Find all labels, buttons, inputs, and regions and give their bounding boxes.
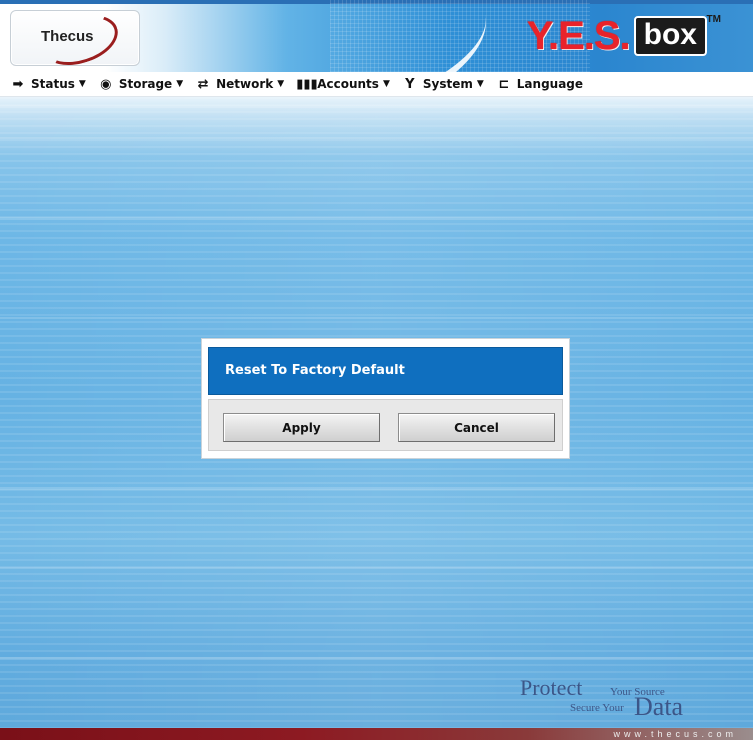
menu-status[interactable]: ➡ Status ▼ bbox=[0, 72, 92, 96]
tagline-data: Data bbox=[634, 692, 684, 721]
background-stripe bbox=[0, 487, 753, 490]
thecus-logo: Thecus bbox=[10, 6, 140, 72]
chevron-down-icon: ▼ bbox=[476, 79, 484, 89]
menu-language-label: Language bbox=[516, 77, 584, 91]
background-stripe bbox=[0, 137, 753, 139]
background-stripe bbox=[0, 105, 753, 108]
footer-bar: www.thecus.com bbox=[0, 728, 753, 740]
chevron-down-icon: ▼ bbox=[277, 79, 285, 89]
header-swoosh bbox=[136, 0, 504, 72]
menu-bar: ➡ Status ▼ ◉ Storage ▼ ⇄ Network ▼ ▮▮▮ A… bbox=[0, 72, 753, 97]
chevron-down-icon: ▼ bbox=[382, 79, 390, 89]
footer-url: www.thecus.com bbox=[613, 729, 737, 739]
accounts-icon: ▮▮▮ bbox=[296, 76, 318, 92]
dialog-title: Reset To Factory Default bbox=[208, 347, 563, 395]
reset-factory-default-dialog: Reset To Factory Default Apply Cancel bbox=[201, 338, 570, 459]
tagline-secure-your: Secure Your bbox=[570, 702, 624, 714]
menu-storage-label: Storage bbox=[118, 77, 173, 91]
protect-your-data-tagline: Protect Your Source Secure Your Data bbox=[520, 675, 720, 725]
apply-button[interactable]: Apply bbox=[223, 413, 380, 442]
menu-accounts-label: Accounts bbox=[317, 77, 379, 91]
brand-box: box bbox=[633, 16, 707, 56]
header-banner: Thecus Y.E.S. box TM bbox=[0, 0, 753, 72]
brand-yes: Y.E.S. bbox=[526, 14, 631, 58]
tagline-protect: Protect bbox=[520, 675, 583, 700]
background-stripe bbox=[0, 217, 753, 220]
menu-network-label: Network bbox=[216, 77, 274, 91]
network-icon: ⇄ bbox=[197, 76, 209, 92]
app-window: Thecus Y.E.S. box TM ➡ Status ▼ ◉ Storag… bbox=[0, 0, 753, 740]
menu-system[interactable]: Y System ▼ bbox=[396, 72, 490, 96]
logo-text: Thecus bbox=[41, 28, 94, 45]
status-icon: ➡ bbox=[12, 76, 24, 92]
background-stripe bbox=[0, 657, 753, 660]
menu-status-label: Status bbox=[31, 77, 75, 91]
background-stripe bbox=[0, 567, 753, 569]
cancel-button[interactable]: Cancel bbox=[398, 413, 555, 442]
yes-box-brand: Y.E.S. box TM bbox=[526, 14, 721, 58]
menu-storage[interactable]: ◉ Storage ▼ bbox=[92, 72, 189, 96]
language-icon: ⊏ bbox=[498, 76, 510, 92]
brand-trademark: TM bbox=[706, 14, 721, 25]
background-stripe bbox=[0, 317, 753, 319]
chevron-down-icon: ▼ bbox=[78, 79, 86, 89]
menu-accounts[interactable]: ▮▮▮ Accounts ▼ bbox=[290, 72, 396, 96]
menu-network[interactable]: ⇄ Network ▼ bbox=[189, 72, 290, 96]
menu-system-label: System bbox=[422, 77, 473, 91]
system-icon: Y bbox=[405, 76, 415, 92]
menu-language[interactable]: ⊏ Language bbox=[490, 72, 589, 96]
dialog-button-row: Apply Cancel bbox=[208, 399, 563, 451]
storage-icon: ◉ bbox=[100, 76, 112, 92]
chevron-down-icon: ▼ bbox=[176, 79, 184, 89]
